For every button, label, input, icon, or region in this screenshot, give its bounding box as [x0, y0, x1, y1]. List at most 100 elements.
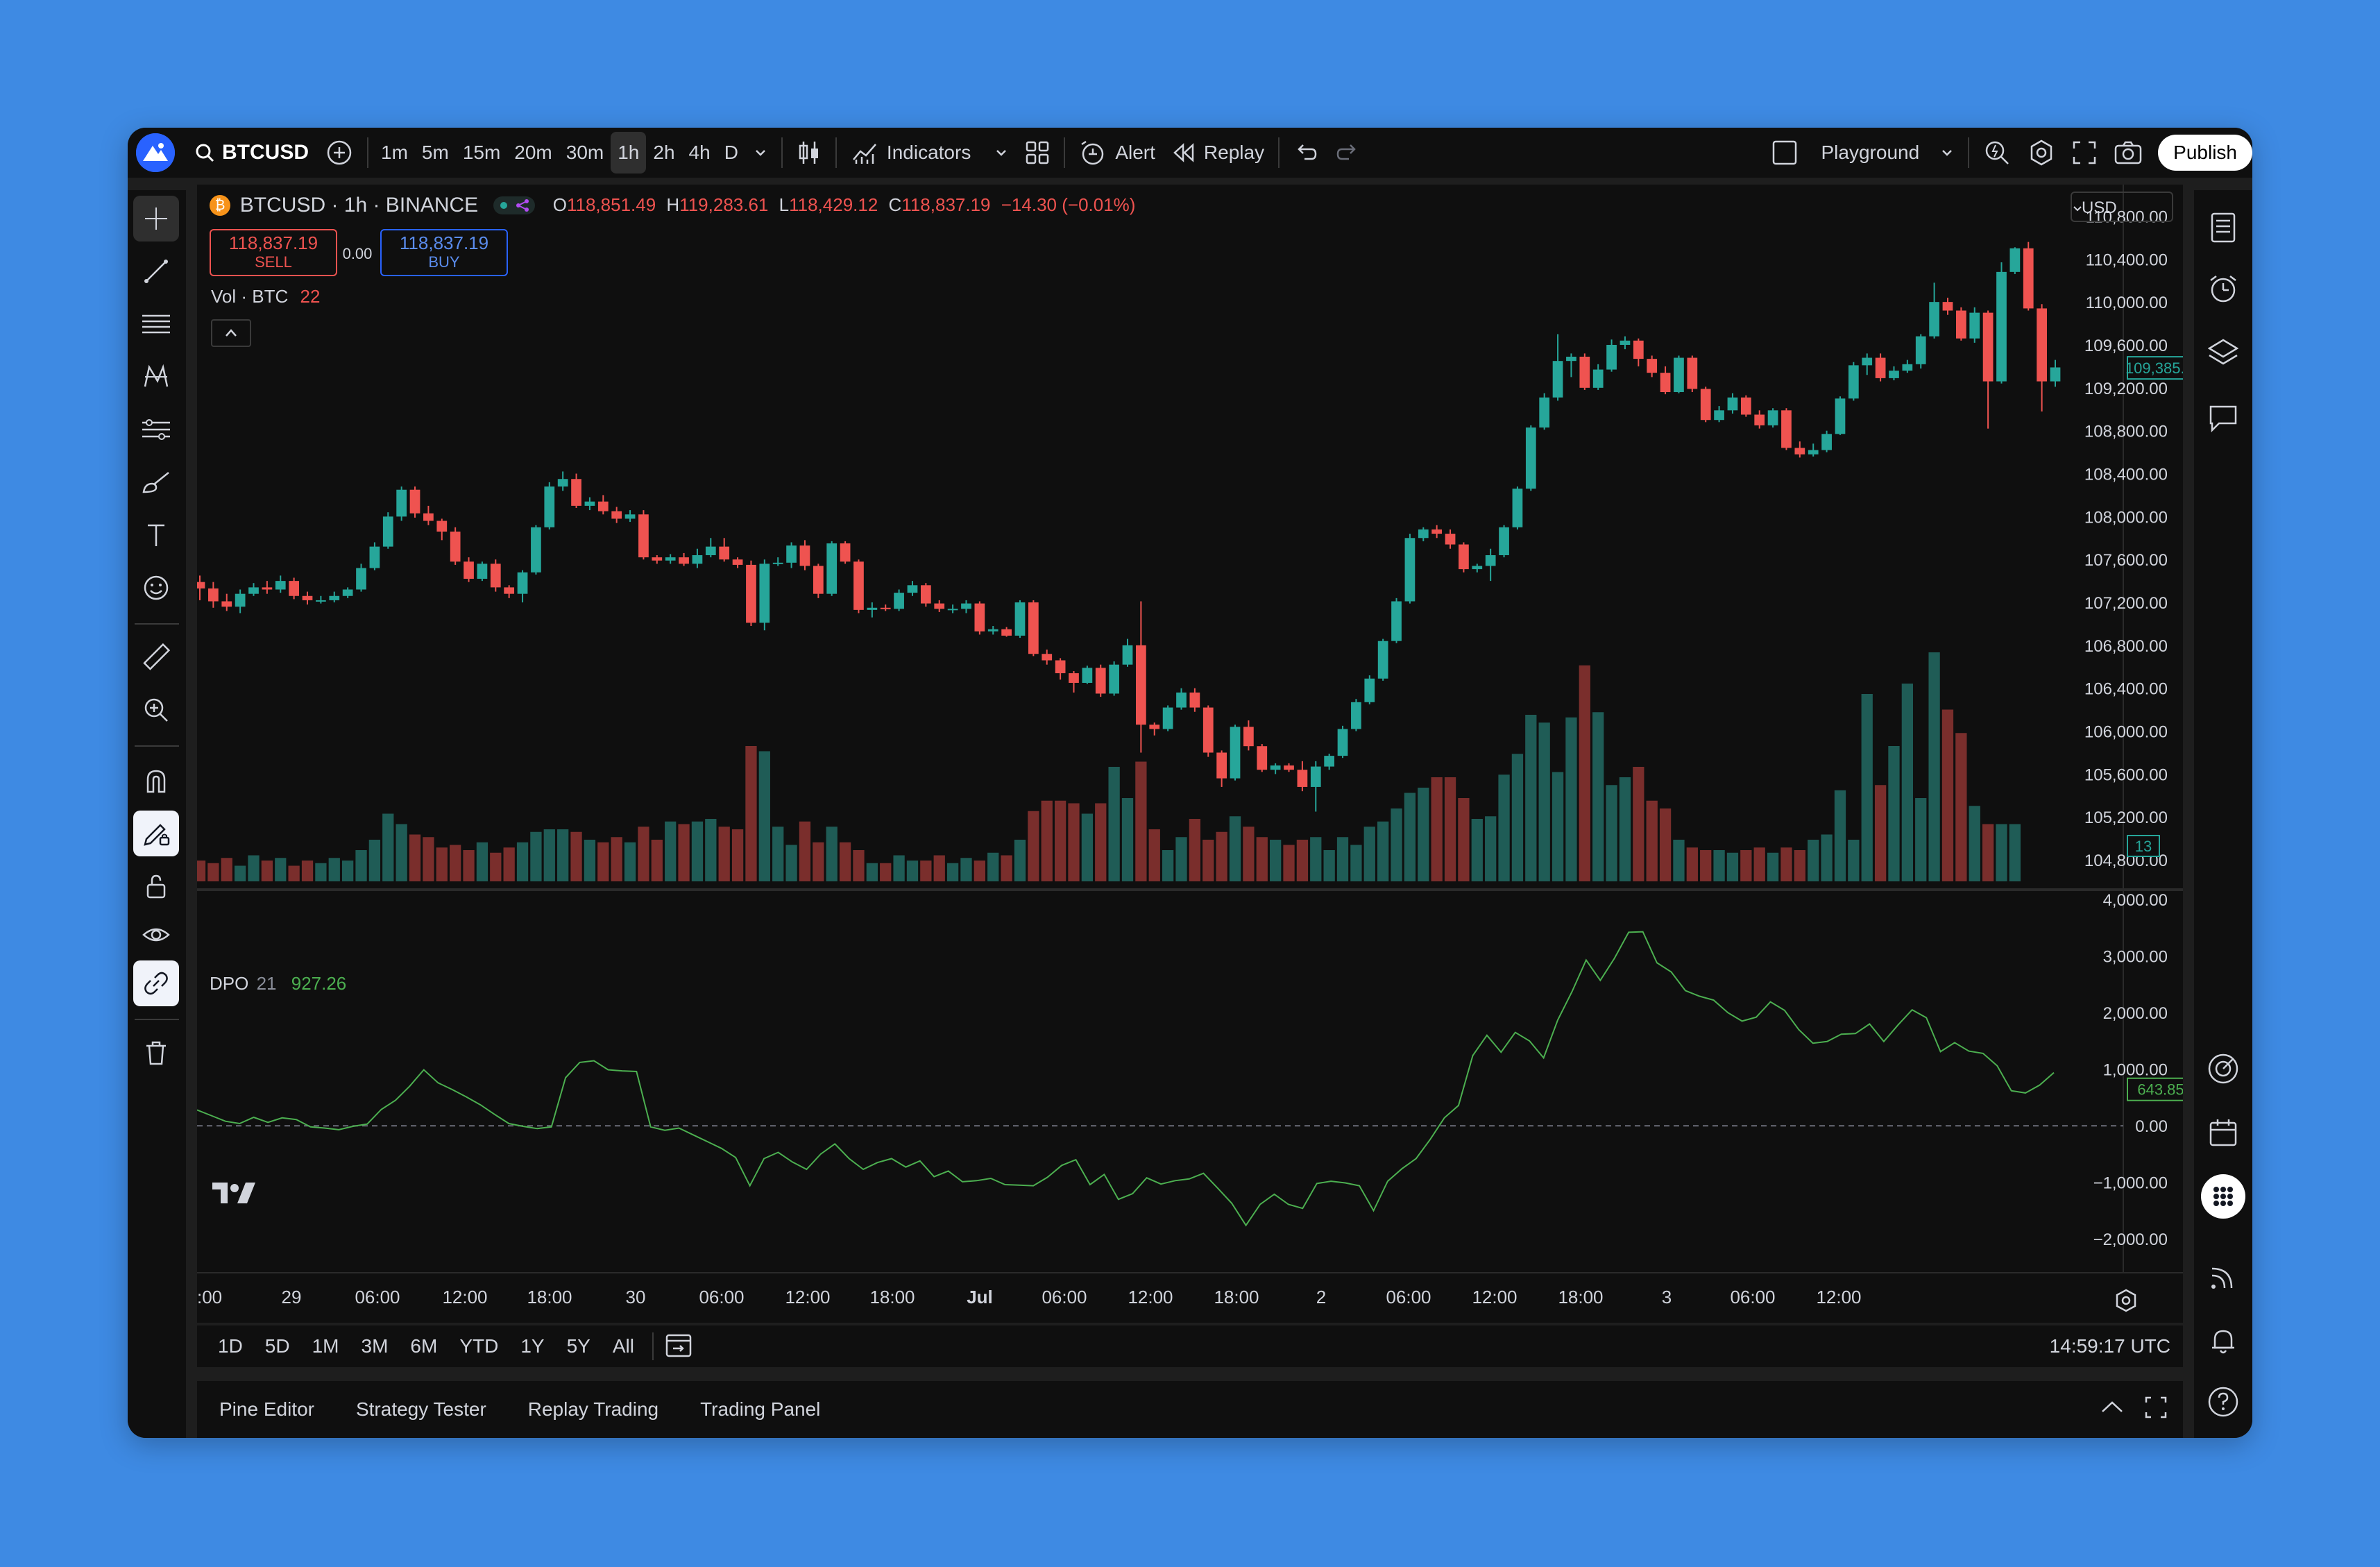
- volume-bar: [813, 842, 824, 881]
- timeframe-1h[interactable]: 1h: [611, 132, 647, 173]
- candle-body: [1955, 310, 1966, 339]
- redo-button[interactable]: [1327, 128, 1368, 178]
- candle-body: [235, 593, 246, 607]
- timeframe-D[interactable]: D: [717, 132, 745, 173]
- ideas-button[interactable]: [2201, 1047, 2245, 1091]
- settings-button[interactable]: [2019, 128, 2064, 178]
- bottom-tab-replay-trading[interactable]: Replay Trading: [528, 1398, 658, 1421]
- volume-bar: [1861, 694, 1873, 881]
- go-to-date-button[interactable]: [665, 1330, 692, 1363]
- timeframe-30m[interactable]: 30m: [559, 132, 611, 173]
- help-button[interactable]: [2201, 1380, 2245, 1424]
- maximize-panel-button[interactable]: [2144, 1396, 2168, 1424]
- lock-all-drawings[interactable]: [133, 863, 179, 909]
- forecast-tool[interactable]: [133, 407, 179, 452]
- magnet-tool[interactable]: [133, 758, 179, 804]
- emoji-tool[interactable]: [133, 565, 179, 611]
- replay-button[interactable]: Replay: [1164, 128, 1273, 178]
- volume-bar: [1485, 816, 1497, 881]
- chart-type-button[interactable]: [788, 128, 830, 178]
- period-1Y[interactable]: 1Y: [520, 1335, 544, 1357]
- candle-body: [638, 514, 649, 558]
- timeframe-4h[interactable]: 4h: [682, 132, 717, 173]
- timeframe-1m[interactable]: 1m: [374, 132, 415, 173]
- period-5Y[interactable]: 5Y: [567, 1335, 590, 1357]
- candle-body: [1929, 302, 1939, 337]
- volume-bar: [731, 829, 744, 881]
- bottom-tab-strategy-tester[interactable]: Strategy Tester: [356, 1398, 486, 1421]
- fib-tool[interactable]: [133, 301, 179, 347]
- notifications-button[interactable]: [2201, 1319, 2245, 1363]
- buy-button[interactable]: 118,837.19 BUY: [380, 229, 508, 276]
- measure-tool[interactable]: [133, 634, 179, 680]
- candle-body: [679, 557, 689, 564]
- zoom-tool[interactable]: [133, 687, 179, 733]
- alarm-clock-icon: [2210, 276, 2236, 303]
- candle-body: [947, 609, 958, 611]
- candle-body: [624, 514, 636, 519]
- crosshair-tool[interactable]: [133, 196, 179, 242]
- timeframe-5m[interactable]: 5m: [415, 132, 456, 173]
- time-axis-label: 06:00: [1730, 1287, 1775, 1307]
- period-6M[interactable]: 6M: [410, 1335, 437, 1357]
- remove-drawings[interactable]: [133, 1030, 179, 1076]
- fullscreen-button[interactable]: [2064, 128, 2105, 178]
- chart-area[interactable]: 110,800.00 110,400.00 110,000.00 109,600.00…: [197, 185, 2183, 1323]
- timeframe-2h[interactable]: 2h: [646, 132, 681, 173]
- symbol-search[interactable]: BTCUSD: [186, 128, 317, 178]
- layouts-button[interactable]: [1017, 128, 1058, 178]
- snapshot-button[interactable]: [2105, 128, 2151, 178]
- alerts-button[interactable]: [2201, 266, 2245, 311]
- compare-button[interactable]: [317, 128, 362, 178]
- volume-bar: [1525, 715, 1537, 881]
- indicators-button[interactable]: Indicators: [842, 128, 1017, 178]
- trend-line-tool[interactable]: [133, 248, 179, 294]
- hide-drawings[interactable]: [133, 912, 179, 958]
- user-avatar[interactable]: [136, 133, 175, 172]
- quick-search-button[interactable]: [1975, 128, 2019, 178]
- undo-button[interactable]: [1285, 128, 1327, 178]
- pattern-tool[interactable]: [133, 354, 179, 400]
- period-3M[interactable]: 3M: [362, 1335, 389, 1357]
- volume-bar: [1028, 811, 1039, 881]
- sync-drawings[interactable]: [133, 960, 179, 1006]
- timeframe-dropdown[interactable]: [745, 128, 776, 178]
- stream-button[interactable]: [2201, 1255, 2245, 1299]
- lock-drawing-mode[interactable]: [133, 811, 179, 856]
- alert-button[interactable]: Alert: [1071, 128, 1164, 178]
- volume-bar: [1283, 845, 1295, 881]
- watchlist-button[interactable]: [2201, 205, 2245, 250]
- volume-bar: [355, 850, 367, 881]
- publish-button[interactable]: Publish: [2158, 135, 2252, 171]
- price-chart-canvas[interactable]: 110,800.00110,400.00110,000.00109,600.00…: [197, 185, 2183, 1323]
- currency-selector[interactable]: USD: [2071, 192, 2173, 222]
- timeframe-20m[interactable]: 20m: [507, 132, 559, 173]
- volume-bar: [1834, 790, 1846, 881]
- bottom-tab-trading-panel[interactable]: Trading Panel: [700, 1398, 820, 1421]
- bottom-tab-pine-editor[interactable]: Pine Editor: [219, 1398, 314, 1421]
- sell-button[interactable]: 118,837.19 SELL: [210, 229, 337, 276]
- collapse-legend-button[interactable]: [211, 319, 251, 347]
- text-tool[interactable]: [133, 512, 179, 558]
- period-5D[interactable]: 5D: [265, 1335, 290, 1357]
- period-All[interactable]: All: [613, 1335, 634, 1357]
- period-1D[interactable]: 1D: [218, 1335, 243, 1357]
- object-tree-button[interactable]: [2201, 330, 2245, 375]
- expand-panel-button[interactable]: [2100, 1398, 2125, 1421]
- market-status-icon: [493, 196, 535, 214]
- apps-button[interactable]: [2201, 1174, 2245, 1219]
- calendar-button[interactable]: [2201, 1110, 2245, 1155]
- magnet-icon: [146, 770, 166, 793]
- layout-selector[interactable]: Playground: [1763, 128, 1963, 178]
- candles-icon: [799, 142, 818, 164]
- right-sidebar: [2194, 190, 2252, 1438]
- candle-body: [867, 607, 878, 610]
- clock-time[interactable]: 14:59:17 UTC: [2050, 1335, 2170, 1357]
- brush-tool[interactable]: [133, 459, 179, 505]
- timeframe-15m[interactable]: 15m: [456, 132, 507, 173]
- candle-body: [1202, 707, 1214, 753]
- period-YTD[interactable]: YTD: [459, 1335, 498, 1357]
- candle-body: [557, 479, 568, 487]
- chats-button[interactable]: [2201, 396, 2245, 440]
- period-1M[interactable]: 1M: [312, 1335, 339, 1357]
